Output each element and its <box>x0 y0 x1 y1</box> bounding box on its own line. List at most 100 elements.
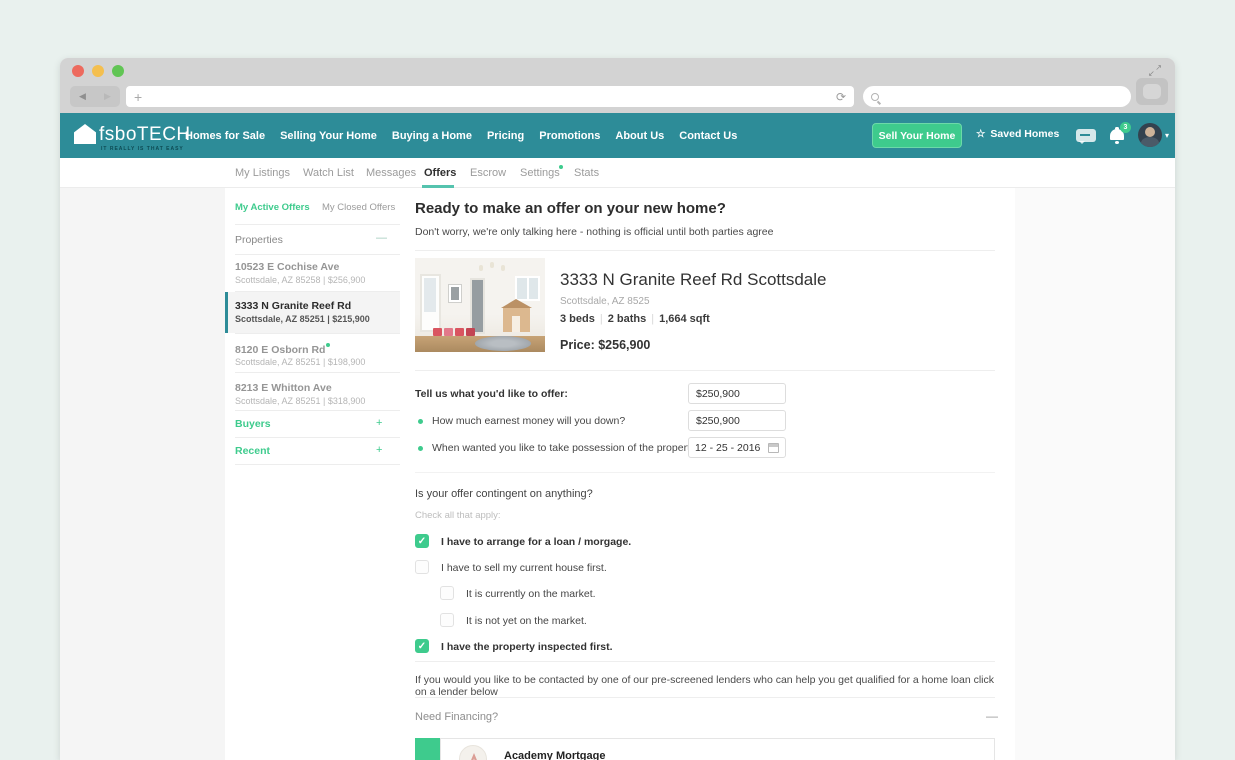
check-icon: ✓ <box>418 536 426 547</box>
properties-collapse-button[interactable]: — <box>376 232 387 244</box>
divider <box>415 661 995 662</box>
menu-buying-a-home[interactable]: Buying a Home <box>392 130 472 142</box>
checkbox-sell-house-first[interactable] <box>415 560 429 574</box>
checkbox-loan-mortgage[interactable]: ✓ <box>415 534 429 548</box>
offer-amount-input[interactable] <box>688 383 786 404</box>
properties-section-header: Properties <box>235 234 283 246</box>
tab-escrow[interactable]: Escrow <box>470 167 506 179</box>
divider <box>415 697 995 698</box>
minimize-window-button[interactable] <box>92 65 104 77</box>
menu-about-us[interactable]: About Us <box>615 130 664 142</box>
active-tab-underline <box>422 185 454 188</box>
account-tab-bar: My Listings Watch List Messages Offers E… <box>60 158 1175 188</box>
financing-collapse-button[interactable]: — <box>986 709 998 723</box>
page-subtitle: Don't worry, we're only talking here - n… <box>415 226 773 238</box>
refresh-icon[interactable]: ⟳ <box>836 90 846 104</box>
menu-pricing[interactable]: Pricing <box>487 130 524 142</box>
divider <box>235 410 400 411</box>
checkbox-label-inspected[interactable]: I have the property inspected first. <box>441 641 613 653</box>
settings-new-indicator-dot <box>559 165 563 169</box>
property-list-item-detail: Scottsdale, AZ 85251 | $198,900 <box>235 357 365 367</box>
selected-property-highlight <box>225 292 400 333</box>
recent-section-header[interactable]: Recent <box>235 445 270 457</box>
back-button[interactable]: ◀ <box>79 91 86 102</box>
lender-name: Academy Mortgage <box>504 750 605 760</box>
sqft-value: 1,664 sqft <box>659 313 710 325</box>
checkbox-label-sell-house[interactable]: I have to sell my current house first. <box>441 562 607 574</box>
checkbox-label-loan[interactable]: I have to arrange for a loan / morgage. <box>441 536 631 548</box>
checkbox-currently-on-market[interactable] <box>440 586 454 600</box>
divider <box>235 437 400 438</box>
left-gutter <box>60 188 225 760</box>
divider <box>415 472 995 473</box>
property-specs: 3 beds|2 baths|1,664 sqft <box>560 313 710 325</box>
recent-expand-button[interactable]: + <box>376 444 382 456</box>
property-list-item[interactable]: 10523 E Cochise Ave <box>235 261 339 273</box>
sell-your-home-button[interactable]: Sell Your Home <box>872 123 962 148</box>
calendar-icon[interactable] <box>768 443 779 453</box>
menu-homes-for-sale[interactable]: Homes for Sale <box>185 130 265 142</box>
browser-profile-button[interactable] <box>1136 78 1168 105</box>
saved-homes-link[interactable]: ☆ Saved Homes <box>976 128 1059 140</box>
messages-icon[interactable] <box>1076 129 1096 142</box>
contingency-question: Is your offer contingent on anything? <box>415 488 593 500</box>
possession-date-input[interactable]: 12 - 25 - 2016 <box>688 437 786 458</box>
browser-search-field[interactable] <box>863 86 1131 107</box>
my-closed-offers-tab[interactable]: My Closed Offers <box>322 202 395 213</box>
lender-card[interactable]: Academy Mortgage <box>440 738 995 760</box>
property-price: Price: $256,900 <box>560 338 650 352</box>
forward-button[interactable]: ▶ <box>104 91 111 102</box>
baths-count: 2 baths <box>608 313 647 325</box>
logo-tagline: IT REALLY IS THAT EASY <box>101 146 184 152</box>
my-active-offers-tab[interactable]: My Active Offers <box>235 202 310 213</box>
earnest-money-label: How much earnest money will you down? <box>432 415 625 427</box>
fullscreen-icon[interactable]: ↗ ↙ <box>1148 64 1162 78</box>
zoom-window-button[interactable] <box>112 65 124 77</box>
site-navbar: fsboTECH IT REALLY IS THAT EASY Homes fo… <box>60 113 1175 158</box>
property-list-item-selected[interactable]: 3333 N Granite Reef Rd <box>235 300 351 312</box>
browser-window: ↗ ↙ ◀ ▶ + ⟳ fsboTECH IT REALLY IS THAT E… <box>60 58 1175 760</box>
checkbox-label-not-on-market[interactable]: It is not yet on the market. <box>466 615 587 627</box>
user-avatar[interactable] <box>1138 123 1162 147</box>
tab-messages[interactable]: Messages <box>366 167 416 179</box>
checkbox-property-inspected[interactable]: ✓ <box>415 639 429 653</box>
checkbox-not-yet-on-market[interactable] <box>440 613 454 627</box>
page-title: Ready to make an offer on your new home? <box>415 200 726 217</box>
right-gutter <box>1015 188 1175 760</box>
bullet-dot <box>418 419 423 424</box>
new-tab-icon[interactable]: + <box>134 89 142 105</box>
possession-date-label: When wanted you like to take possession … <box>432 442 701 454</box>
star-icon: ☆ <box>976 128 985 140</box>
buyers-expand-button[interactable]: + <box>376 417 382 429</box>
menu-contact-us[interactable]: Contact Us <box>679 130 737 142</box>
tab-my-listings[interactable]: My Listings <box>235 167 290 179</box>
site-logo[interactable]: fsboTECH <box>99 124 191 146</box>
tab-settings[interactable]: Settings <box>520 167 560 179</box>
earnest-money-input[interactable] <box>688 410 786 431</box>
tab-offers[interactable]: Offers <box>424 167 456 179</box>
tab-stats[interactable]: Stats <box>574 167 599 179</box>
academy-mortgage-logo <box>459 745 487 760</box>
close-window-button[interactable] <box>72 65 84 77</box>
property-photo[interactable] <box>415 258 545 352</box>
checkbox-label-on-market[interactable]: It is currently on the market. <box>466 588 596 600</box>
property-list-item[interactable]: 8120 E Osborn Rd <box>235 343 330 356</box>
property-list-item-detail: Scottsdale, AZ 85251 | $215,900 <box>235 314 370 324</box>
account-chevron-down-icon[interactable]: ▾ <box>1165 131 1169 140</box>
browser-toolbar: ◀ ▶ + ⟳ <box>60 83 1175 113</box>
bullet-dot <box>418 446 423 451</box>
browser-titlebar <box>60 58 1175 83</box>
offer-amount-label: Tell us what you'd like to offer: <box>415 388 568 400</box>
tab-watch-list[interactable]: Watch List <box>303 167 354 179</box>
need-financing-header: Need Financing? <box>415 711 498 723</box>
new-indicator-dot <box>326 343 330 347</box>
contingency-hint: Check all that apply: <box>415 510 501 521</box>
menu-promotions[interactable]: Promotions <box>539 130 600 142</box>
divider <box>235 291 400 292</box>
address-bar[interactable]: + ⟳ <box>126 86 854 107</box>
property-list-item[interactable]: 8213 E Whitton Ave <box>235 382 332 394</box>
main-menu: Homes for Sale Selling Your Home Buying … <box>185 113 737 158</box>
menu-selling-your-home[interactable]: Selling Your Home <box>280 130 377 142</box>
property-list-item-detail: Scottsdale, AZ 85258 | $256,900 <box>235 275 365 285</box>
buyers-section-header[interactable]: Buyers <box>235 418 271 430</box>
